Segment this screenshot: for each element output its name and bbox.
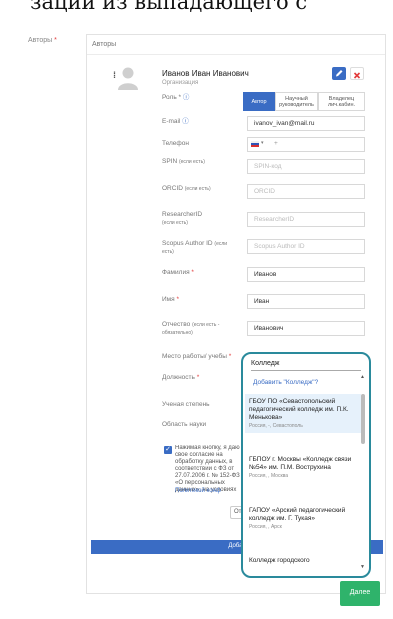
degree-label: Ученая степень (162, 401, 210, 408)
edit-author-button[interactable] (332, 67, 346, 80)
role-supervisor-button[interactable]: Научный руководитель (275, 92, 318, 111)
avatar (118, 67, 138, 90)
email-field[interactable]: ivanov_ivan@mail.ru (247, 116, 365, 131)
workplace-autocomplete: Колледж Добавить "Колледж"? ГБОУ ПО «Сев… (241, 352, 371, 578)
option-title: ГБПОУ г. Москвы «Колледж связи №54» им. … (249, 456, 352, 471)
researcherid-label: ResearcherID (если есть) (162, 211, 203, 226)
page-heading: зации из выпадающего с (30, 0, 308, 14)
close-icon (353, 72, 361, 79)
delete-author-button[interactable] (350, 67, 364, 80)
authors-label: Авторы * (28, 37, 57, 44)
list-item[interactable]: Колледж городского (249, 557, 359, 565)
spin-label: SPIN (если есть) (162, 158, 205, 165)
researcherid-field[interactable]: ResearcherID (247, 212, 365, 227)
role-label: Роль * ⓘ (162, 94, 190, 101)
workplace-input[interactable]: Колледж (251, 357, 361, 371)
option-location: Россия, , Арск (249, 524, 282, 530)
chevron-down-icon[interactable]: ▾ (261, 140, 264, 146)
russia-flag-icon[interactable] (251, 141, 259, 147)
scopus-field[interactable]: Scopus Author ID (247, 239, 365, 254)
orcid-field[interactable]: ORCID (247, 184, 365, 199)
role-owner-button[interactable]: Владелец лич.кабин. (318, 92, 365, 111)
pencil-icon (336, 70, 343, 77)
privacy-policy-link[interactable]: Политикой конф (175, 488, 221, 494)
phone-field[interactable] (247, 137, 365, 152)
scrollbar-thumb[interactable] (361, 394, 365, 444)
orcid-label: ORCID (если есть) (162, 185, 211, 192)
chevron-up-icon[interactable]: ▲ (360, 374, 365, 380)
lastname-field[interactable]: Иванов (247, 267, 365, 282)
option-title: ГАПОУ «Арский педагогический колледж им.… (249, 507, 346, 522)
option-title: Колледж городского (249, 557, 310, 564)
option-location: Россия, -, Севастополь (249, 423, 303, 429)
panel-divider (87, 54, 385, 55)
option-location: Россия, , Москва (249, 473, 289, 479)
role-author-button[interactable]: Автор (243, 92, 275, 111)
firstname-label: Имя * (162, 296, 180, 303)
list-item[interactable]: ГБПОУ г. Москвы «Колледж связи №54» им. … (249, 456, 359, 479)
option-title: ГБОУ ПО «Севастопольский педагогический … (249, 398, 349, 421)
patronymic-field[interactable]: Иванович (247, 321, 365, 336)
drag-handle-icon[interactable]: ⁞ (113, 70, 116, 80)
email-label: E-mail ⓘ (162, 118, 189, 125)
list-item[interactable]: ГБОУ ПО «Севастопольский педагогический … (245, 394, 361, 433)
help-icon[interactable]: ⓘ (182, 118, 189, 125)
spin-field[interactable]: SPIN-код (247, 159, 365, 174)
phone-label: Телефон (162, 140, 189, 147)
author-name: Иванов Иван Иванович (162, 69, 249, 78)
phone-value: + (274, 140, 278, 147)
add-organization-option[interactable]: Добавить "Колледж"? (253, 379, 318, 386)
science-label: Область науки (162, 421, 207, 428)
position-label: Должность * (162, 374, 200, 381)
authors-panel-title: Авторы (92, 41, 117, 48)
list-item[interactable]: ГАПОУ «Арский педагогический колледж им.… (249, 507, 359, 530)
patronymic-label: Отчество (если есть - обязательно) (162, 321, 220, 336)
author-organization: Организация (162, 80, 199, 86)
next-button[interactable]: Далее (340, 581, 380, 606)
scopus-label: Scopus Author ID (если есть) (162, 240, 228, 255)
lastname-label: Фамилия * (162, 269, 194, 276)
help-icon[interactable]: ⓘ (183, 94, 190, 101)
firstname-field[interactable]: Иван (247, 294, 365, 309)
workplace-label: Место работы/ учебы * (162, 353, 232, 360)
chevron-down-icon[interactable]: ▼ (360, 564, 365, 570)
consent-checkbox[interactable]: ✓ (164, 446, 172, 454)
